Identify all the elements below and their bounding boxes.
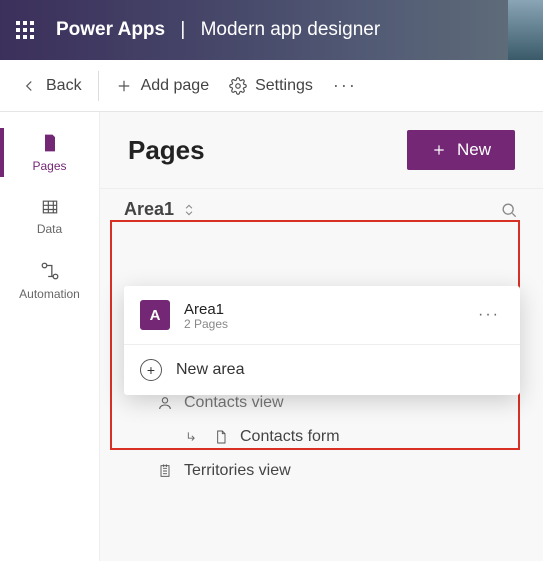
cmd-divider xyxy=(98,71,99,101)
new-area-button[interactable]: + New area xyxy=(124,345,520,395)
page-icon xyxy=(40,132,60,154)
rail-automation[interactable]: Automation xyxy=(0,248,99,313)
territories-icon xyxy=(156,462,174,480)
main-header: Pages New xyxy=(100,130,543,170)
tree-territories-view[interactable]: Territories view xyxy=(128,454,543,488)
back-label: Back xyxy=(46,77,82,95)
area-item-subtitle: 2 Pages xyxy=(184,318,460,330)
rail-pages[interactable]: Pages xyxy=(0,120,99,185)
rail-data-label: Data xyxy=(37,222,62,236)
back-button[interactable]: Back xyxy=(10,71,92,101)
waffle-icon[interactable] xyxy=(16,21,34,39)
plus-icon xyxy=(431,142,447,158)
area-item-name: Area1 xyxy=(184,301,460,318)
form-icon xyxy=(212,428,230,446)
search-icon[interactable] xyxy=(499,200,519,220)
add-page-label: Add page xyxy=(141,77,210,95)
page-title: Pages xyxy=(128,135,205,166)
add-page-button[interactable]: Add page xyxy=(105,71,220,101)
circle-plus-icon: + xyxy=(140,359,162,381)
automation-icon xyxy=(39,260,61,282)
settings-label: Settings xyxy=(255,77,313,95)
rail-automation-label: Automation xyxy=(19,287,80,301)
header-decor xyxy=(508,0,543,60)
person-icon xyxy=(156,395,174,411)
area-item-more-icon[interactable]: ··· xyxy=(474,302,504,328)
brand-title: Power Apps | Modern app designer xyxy=(56,19,380,41)
gear-icon xyxy=(229,77,247,95)
command-bar: Back Add page Settings ··· xyxy=(0,60,543,112)
subitem-icon xyxy=(184,430,202,444)
page-tree: Contacts view Contacts form Territories … xyxy=(100,380,543,488)
area-selector[interactable]: Area1 xyxy=(100,188,543,230)
new-button-label: New xyxy=(457,140,491,160)
area-dropdown-item[interactable]: A Area1 2 Pages ··· xyxy=(124,286,520,344)
tree-contacts-form-label: Contacts form xyxy=(240,428,340,446)
more-commands-button[interactable]: ··· xyxy=(323,69,367,102)
area-avatar: A xyxy=(140,300,170,330)
back-arrow-icon xyxy=(20,77,38,95)
app-header: Power Apps | Modern app designer xyxy=(0,0,543,60)
data-icon xyxy=(40,197,60,217)
rail-pages-label: Pages xyxy=(32,159,66,173)
brand-name: Power Apps xyxy=(56,19,165,40)
rail-data[interactable]: Data xyxy=(0,185,99,248)
tree-contacts-form[interactable]: Contacts form xyxy=(128,420,543,454)
nav-rail: Pages Data Automation xyxy=(0,112,100,561)
tree-contacts-view-label: Contacts view xyxy=(184,394,284,412)
settings-button[interactable]: Settings xyxy=(219,71,323,101)
area-selector-label: Area1 xyxy=(124,199,174,220)
tree-territories-view-label: Territories view xyxy=(184,462,291,480)
brand-separator: | xyxy=(180,19,185,40)
plus-icon xyxy=(115,77,133,95)
area-dropdown: A Area1 2 Pages ··· + New area xyxy=(124,286,520,395)
new-area-label: New area xyxy=(176,361,244,379)
chevron-updown-icon xyxy=(182,201,196,219)
brand-subtitle: Modern app designer xyxy=(201,19,381,40)
new-button[interactable]: New xyxy=(407,130,515,170)
